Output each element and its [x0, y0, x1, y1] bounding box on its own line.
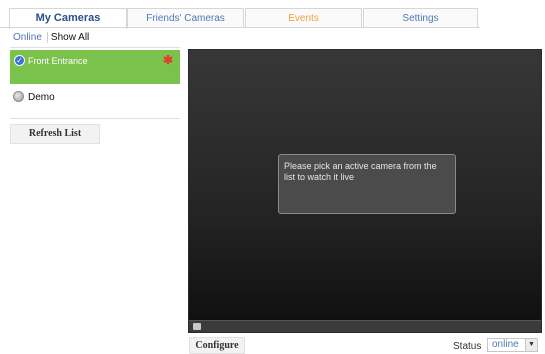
filter-show-all-link[interactable]: Show All — [48, 32, 94, 43]
video-message: Please pick an active camera from the li… — [278, 154, 456, 214]
status-select[interactable]: online ▼ — [487, 338, 538, 352]
status-label: Status — [453, 341, 482, 352]
play-icon[interactable] — [193, 323, 201, 330]
chevron-down-icon[interactable]: ▼ — [525, 339, 537, 351]
camera-name: Demo — [28, 92, 55, 103]
grey-dot-icon — [13, 91, 24, 102]
tab-divider — [0, 27, 480, 28]
tab-settings[interactable]: Settings — [363, 8, 478, 28]
tab-events[interactable]: Events — [245, 8, 362, 28]
filter-divider — [10, 47, 180, 48]
filter-online-link[interactable]: Online — [10, 32, 48, 43]
status-value: online — [492, 339, 519, 350]
video-player[interactable]: Please pick an active camera from the li… — [188, 49, 542, 333]
tab-friends-cameras[interactable]: Friends' Cameras — [127, 8, 244, 28]
tab-bar: My Cameras Friends' Cameras Events Setti… — [0, 0, 545, 29]
tab-my-cameras[interactable]: My Cameras — [9, 8, 127, 29]
configure-button[interactable]: Configure — [189, 337, 245, 354]
video-control-bar — [189, 320, 541, 332]
camera-item-demo[interactable]: Demo — [10, 88, 180, 110]
check-circle-icon: ✓ — [14, 55, 25, 66]
list-divider — [10, 118, 180, 119]
refresh-list-button[interactable]: Refresh List — [10, 124, 100, 144]
asterisk-icon[interactable]: ✱ — [163, 53, 173, 67]
camera-item-front-entrance[interactable]: ✓ Front Entrance ✱ — [10, 50, 180, 84]
camera-name: Front Entrance — [28, 56, 88, 66]
filter-bar: Online Show All — [10, 32, 94, 46]
